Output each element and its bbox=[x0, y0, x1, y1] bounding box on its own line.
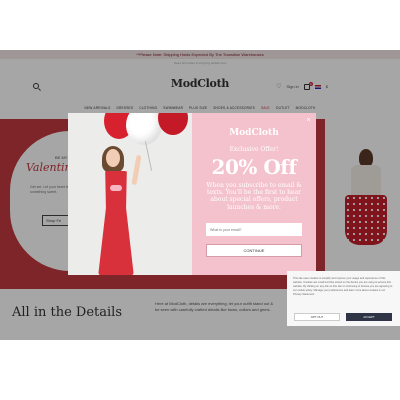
modal-offer: 20% Off bbox=[211, 155, 297, 179]
continue-button[interactable]: CONTINUE bbox=[206, 244, 302, 257]
balloon-white bbox=[126, 113, 162, 145]
balloon-red bbox=[158, 113, 188, 135]
model-face bbox=[106, 149, 120, 167]
model-bow bbox=[110, 185, 122, 191]
modal-offer-panel: × ModCloth Exclusive Offer! 20% Off When… bbox=[192, 113, 316, 275]
signup-modal: × ModCloth Exclusive Offer! 20% Off When… bbox=[68, 113, 316, 275]
modal-photo bbox=[68, 113, 192, 275]
modal-description: When you subscribe to email & texts. You… bbox=[206, 182, 302, 211]
opt-out-button[interactable]: OPT OUT bbox=[294, 313, 340, 321]
page: **Please Note: Shipping Holds Expected B… bbox=[0, 50, 400, 340]
modal-logo: ModCloth bbox=[229, 128, 279, 138]
accept-button[interactable]: ACCEPT bbox=[346, 313, 392, 321]
close-icon[interactable]: × bbox=[305, 117, 312, 124]
cookie-banner: This site uses cookies to simplify and i… bbox=[287, 271, 400, 326]
cookie-text: This site uses cookies to simplify and i… bbox=[293, 277, 393, 296]
model-arm bbox=[131, 154, 142, 186]
modal-exclusive: Exclusive Offer! bbox=[229, 146, 279, 153]
email-field[interactable] bbox=[206, 223, 302, 236]
balloon-string bbox=[144, 141, 153, 171]
